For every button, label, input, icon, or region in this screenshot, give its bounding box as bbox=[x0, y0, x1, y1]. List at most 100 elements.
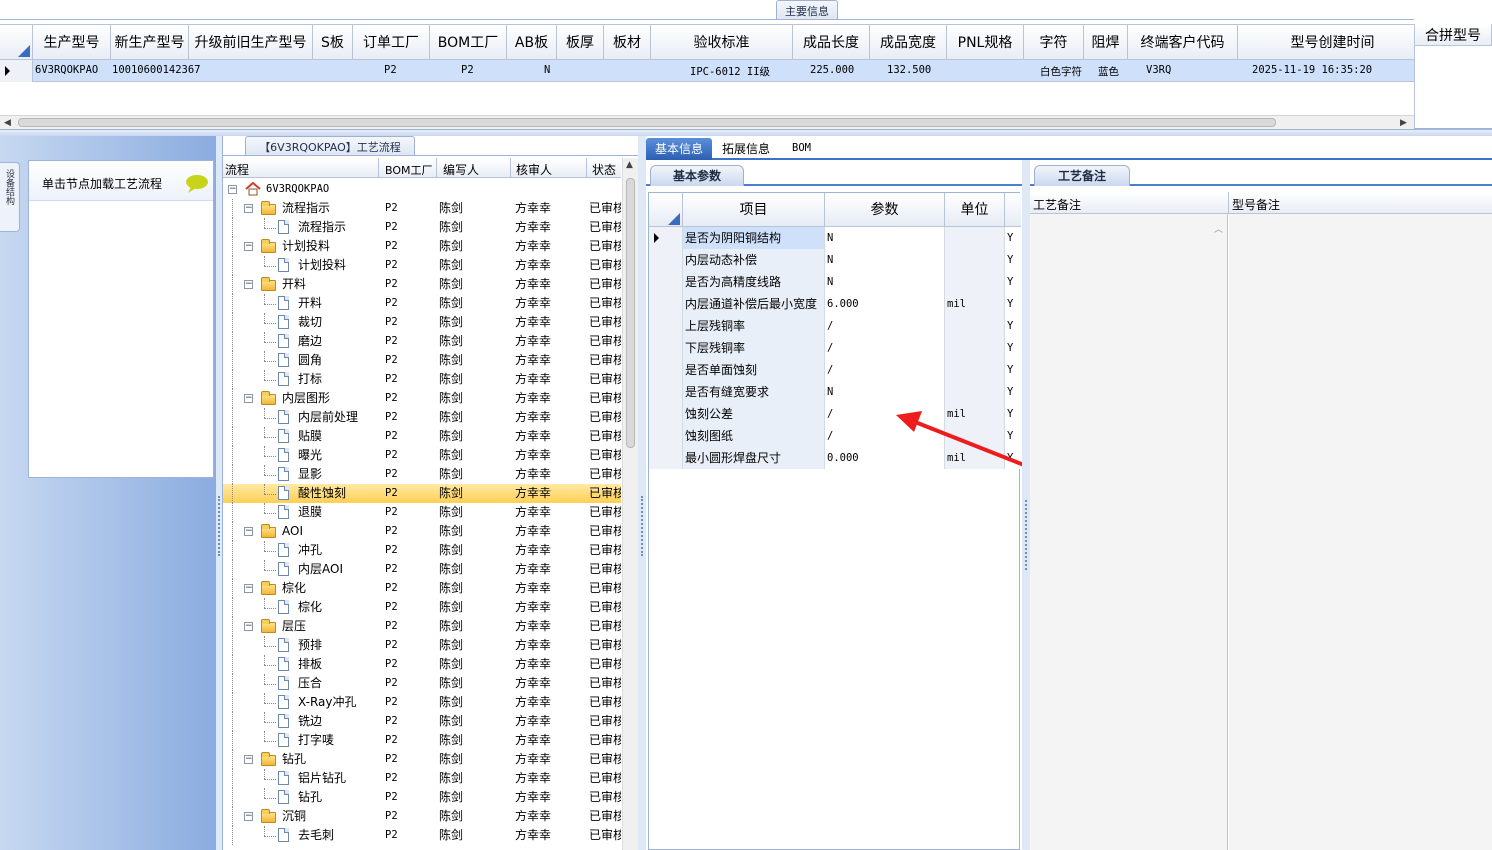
param-unit[interactable] bbox=[945, 227, 1005, 249]
param-value[interactable]: N bbox=[825, 249, 945, 271]
grid-corner[interactable] bbox=[0, 25, 33, 60]
param-row[interactable]: 上层残铜率 / Y bbox=[649, 315, 1021, 337]
col-header-s-board[interactable]: S板 bbox=[313, 25, 353, 60]
col-header-created[interactable]: 型号创建时间 bbox=[1238, 25, 1428, 60]
scroll-thumb[interactable] bbox=[18, 118, 1276, 127]
tree-group-node[interactable]: − 开料 P2 陈剑 方幸幸 已审核 bbox=[223, 275, 621, 294]
param-row[interactable]: 内层动态补偿 N Y bbox=[649, 249, 1021, 271]
col-header-bom-factory[interactable]: BOM工厂 bbox=[430, 25, 507, 60]
collapse-icon[interactable]: − bbox=[244, 755, 253, 764]
scroll-right-arrow-icon[interactable]: ▶ bbox=[1400, 118, 1407, 128]
tree-leaf-node[interactable]: 棕化 P2 陈剑 方幸幸 已审核 bbox=[223, 598, 621, 617]
param-flag[interactable]: Y bbox=[1005, 293, 1021, 315]
merge-model-list[interactable] bbox=[1414, 46, 1492, 128]
param-value[interactable]: / bbox=[825, 315, 945, 337]
tree-leaf-node[interactable]: 磨边 P2 陈剑 方幸幸 已审核 bbox=[223, 332, 621, 351]
col-header-customer[interactable]: 终端客户代码 bbox=[1128, 25, 1238, 60]
tree-leaf-node[interactable]: 贴膜 P2 陈剑 方幸幸 已审核 bbox=[223, 427, 621, 446]
tree-leaf-node[interactable]: 打字唛 P2 陈剑 方幸幸 已审核 bbox=[223, 731, 621, 750]
col-header-material[interactable]: 板材 bbox=[604, 25, 651, 60]
param-flag[interactable]: Y bbox=[1005, 337, 1021, 359]
col-header-char[interactable]: 字符 bbox=[1024, 25, 1084, 60]
tree-leaf-node[interactable]: 显影 P2 陈剑 方幸幸 已审核 bbox=[223, 465, 621, 484]
tree-leaf-node[interactable]: 开料 P2 陈剑 方幸幸 已审核 bbox=[223, 294, 621, 313]
param-value[interactable]: N bbox=[825, 271, 945, 293]
col-header-thickness[interactable]: 板厚 bbox=[557, 25, 604, 60]
tree-group-node[interactable]: − AOI P2 陈剑 方幸幸 已审核 bbox=[223, 522, 621, 541]
load-flow-box[interactable]: 单击节点加载工艺流程 bbox=[28, 160, 214, 478]
right-splitter[interactable] bbox=[1022, 160, 1030, 850]
param-row[interactable]: 是否单面蚀刻 / Y bbox=[649, 359, 1021, 381]
tree-group-node[interactable]: − 计划投料 P2 陈剑 方幸幸 已审核 bbox=[223, 237, 621, 256]
param-unit[interactable] bbox=[945, 271, 1005, 293]
collapse-icon[interactable]: − bbox=[244, 527, 253, 536]
tree-leaf-node[interactable]: 排板 P2 陈剑 方幸幸 已审核 bbox=[223, 655, 621, 674]
tree-leaf-node[interactable]: 压合 P2 陈剑 方幸幸 已审核 bbox=[223, 674, 621, 693]
tree-leaf-node[interactable]: 流程指示 P2 陈剑 方幸幸 已审核 bbox=[223, 218, 621, 237]
tree-leaf-node[interactable]: 铝片钻孔 P2 陈剑 方幸幸 已审核 bbox=[223, 769, 621, 788]
tree-leaf-node[interactable]: 曝光 P2 陈剑 方幸幸 已审核 bbox=[223, 446, 621, 465]
cell-bom-factory[interactable]: P2 bbox=[461, 64, 474, 76]
param-flag[interactable]: Y bbox=[1005, 315, 1021, 337]
cell-mask[interactable]: 蓝色 bbox=[1098, 64, 1119, 79]
collapse-icon[interactable]: − bbox=[244, 280, 253, 289]
param-unit[interactable]: mil bbox=[945, 293, 1005, 315]
tree-group-node[interactable]: − 棕化 P2 陈剑 方幸幸 已审核 bbox=[223, 579, 621, 598]
tree-leaf-node[interactable]: 内层前处理 P2 陈剑 方幸幸 已审核 bbox=[223, 408, 621, 427]
tree-leaf-node[interactable]: 退膜 P2 陈剑 方幸幸 已审核 bbox=[223, 503, 621, 522]
tree-leaf-node[interactable]: 计划投料 P2 陈剑 方幸幸 已审核 bbox=[223, 256, 621, 275]
param-value[interactable]: N bbox=[825, 381, 945, 403]
params-col-item[interactable]: 项目 bbox=[683, 193, 825, 227]
tree-group-node[interactable]: − 沉铜 P2 陈剑 方幸幸 已审核 bbox=[223, 807, 621, 826]
param-value[interactable]: 6.000 bbox=[825, 293, 945, 315]
flow-col-flow[interactable]: 流程 bbox=[225, 161, 375, 178]
flow-caption[interactable]: 【6V3RQOKPAO】工艺流程 bbox=[245, 136, 415, 156]
col-header-mask[interactable]: 阻焊 bbox=[1084, 25, 1128, 60]
param-row[interactable]: 是否为高精度线路 N Y bbox=[649, 271, 1021, 293]
collapse-icon[interactable]: − bbox=[244, 204, 253, 213]
tree-leaf-node[interactable]: 打标 P2 陈剑 方幸幸 已审核 bbox=[223, 370, 621, 389]
col-header-pnl[interactable]: PNL规格 bbox=[947, 25, 1024, 60]
tree-leaf-node[interactable]: 裁切 P2 陈剑 方幸幸 已审核 bbox=[223, 313, 621, 332]
note-scroll-up-icon[interactable]: ︿ bbox=[1214, 222, 1223, 235]
tree-leaf-node[interactable]: 去毛刺 P2 陈剑 方幸幸 已审核 bbox=[223, 826, 621, 845]
tree-leaf-node[interactable]: 铣边 P2 陈剑 方幸幸 已审核 bbox=[223, 712, 621, 731]
flow-col-bom[interactable]: BOM工厂 bbox=[385, 162, 433, 178]
col-header-standard[interactable]: 验收标准 bbox=[651, 25, 793, 60]
param-flag[interactable]: Y bbox=[1005, 249, 1021, 271]
grid-row-selected[interactable]: 6V3RQOKPAO 10010600142367 P2 P2 N IPC-60… bbox=[0, 60, 1414, 82]
flow-vscrollbar[interactable]: ▲ bbox=[622, 158, 638, 850]
param-value[interactable]: N bbox=[825, 227, 945, 249]
speech-bubble-icon[interactable] bbox=[185, 174, 209, 197]
param-flag[interactable]: Y bbox=[1005, 381, 1021, 403]
tree-group-node[interactable]: − 钻孔 P2 陈剑 方幸幸 已审核 bbox=[223, 750, 621, 769]
flow-col-writer[interactable]: 编写人 bbox=[443, 161, 479, 178]
cell-standard[interactable]: IPC-6012 II级 bbox=[690, 64, 770, 79]
param-value[interactable]: / bbox=[825, 359, 945, 381]
tree-leaf-node[interactable]: X-Ray冲孔 P2 陈剑 方幸幸 已审核 bbox=[223, 693, 621, 712]
main-info-caption[interactable]: 主要信息 bbox=[776, 0, 838, 20]
cell-order-factory[interactable]: P2 bbox=[384, 64, 397, 76]
col-header-new-model[interactable]: 新生产型号 bbox=[111, 25, 189, 60]
flow-col-reviewer[interactable]: 核审人 bbox=[516, 161, 552, 178]
tree-leaf-node[interactable]: 内层AOI P2 陈剑 方幸幸 已审核 bbox=[223, 560, 621, 579]
tab-extended-info[interactable]: 拓展信息 bbox=[722, 140, 770, 157]
cell-created[interactable]: 2025-11-19 16:35:20 bbox=[1252, 64, 1372, 76]
flow-scroll-thumb[interactable] bbox=[626, 178, 635, 448]
notes-col-model[interactable]: 型号备注 bbox=[1232, 196, 1280, 213]
col-header-width[interactable]: 成品宽度 bbox=[870, 25, 947, 60]
param-unit[interactable] bbox=[945, 249, 1005, 271]
side-tab-device-structure[interactable]: 设备结构 bbox=[0, 162, 20, 232]
param-flag[interactable]: Y bbox=[1005, 271, 1021, 293]
param-row[interactable]: 内层通道补偿后最小宽度 6.000 mil Y bbox=[649, 293, 1021, 315]
main-hscrollbar[interactable]: ◀ ▶ bbox=[0, 115, 1414, 129]
collapse-icon[interactable]: − bbox=[228, 185, 237, 194]
collapse-icon[interactable]: − bbox=[244, 622, 253, 631]
notes-caption[interactable]: 工艺备注 bbox=[1034, 165, 1130, 186]
flow-col-status[interactable]: 状态 bbox=[592, 161, 616, 178]
param-unit[interactable] bbox=[945, 381, 1005, 403]
param-row[interactable]: 下层残铜率 / Y bbox=[649, 337, 1021, 359]
tree-leaf-node[interactable]: 圆角 P2 陈剑 方幸幸 已审核 bbox=[223, 351, 621, 370]
col-header-length[interactable]: 成品长度 bbox=[793, 25, 870, 60]
scroll-up-arrow-icon[interactable]: ▲ bbox=[626, 160, 633, 170]
